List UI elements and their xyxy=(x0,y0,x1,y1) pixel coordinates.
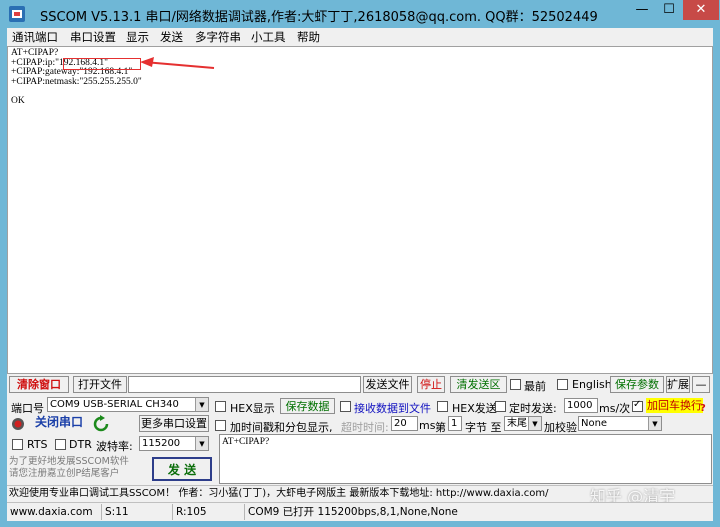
checksum-select[interactable]: None ▼ xyxy=(578,416,662,431)
clear-send-button[interactable]: 清发送区 xyxy=(450,376,507,393)
interval-unit-label: ms/次 xyxy=(599,402,631,415)
ip-highlight-box xyxy=(63,58,141,70)
send-button[interactable]: 发 送 xyxy=(152,457,212,481)
menu-display[interactable]: 显示 xyxy=(126,29,149,45)
checksum-label: 加校验 xyxy=(544,421,577,434)
menu-serial-settings[interactable]: 串口设置 xyxy=(70,29,116,45)
send-file-button[interactable]: 发送文件 xyxy=(363,376,412,393)
hex-send-checkbox[interactable] xyxy=(437,401,448,412)
close-port-button[interactable]: 关闭串口 xyxy=(29,415,89,434)
crlf-help-icon[interactable]: ? xyxy=(700,403,706,414)
timestamp-checkbox[interactable] xyxy=(215,420,226,431)
byte-end-value: 末尾 xyxy=(507,418,527,429)
recv-to-file-label[interactable]: 接收数据到文件 xyxy=(354,400,431,416)
title-bar[interactable]: SSCOM V5.13.1 串口/网络数据调试器,作者:大虾丁丁,2618058… xyxy=(0,0,720,28)
output-line: +CIPAP:netmask:"255.255.255.0" xyxy=(11,76,142,87)
hex-send-label: HEX发送 xyxy=(452,402,497,415)
menu-bar: 通讯端口 串口设置 显示 发送 多字符串 小工具 帮助 xyxy=(7,28,713,46)
receive-output-area[interactable]: AT+CIPAP? +CIPAP:ip:"192.168.4.1" +CIPAP… xyxy=(7,46,713,374)
timestamp-label: 加时间戳和分包显示, xyxy=(230,421,333,434)
output-line: OK xyxy=(11,95,25,106)
menu-comm-port[interactable]: 通讯端口 xyxy=(12,29,58,45)
timed-interval-input[interactable]: 1000 xyxy=(564,398,598,413)
close-button[interactable]: ✕ xyxy=(683,0,719,20)
more-serial-settings-button[interactable]: 更多串口设置 xyxy=(139,415,209,432)
port-label: 端口号 xyxy=(11,402,44,415)
english-checkbox[interactable] xyxy=(557,379,568,390)
byte-end-select[interactable]: 末尾 ▼ xyxy=(504,416,542,431)
byte-unit-label: 字节 至 xyxy=(465,421,502,434)
send-text-input[interactable]: AT+CIPAP? xyxy=(219,434,712,484)
dtr-checkbox[interactable] xyxy=(55,439,66,450)
baud-rate-value: 115200 xyxy=(142,438,181,449)
hex-display-label: HEX显示 xyxy=(230,402,275,415)
menu-tools[interactable]: 小工具 xyxy=(251,29,286,45)
port-select-value: COM9 USB-SERIAL CH340 xyxy=(50,399,179,410)
add-crlf-label: 加回车换行 xyxy=(646,398,703,413)
chevron-down-icon: ▼ xyxy=(528,417,541,430)
save-data-button[interactable]: 保存数据 xyxy=(280,398,335,414)
timed-send-label: 定时发送: xyxy=(509,402,557,415)
byte-prefix-label: 第 xyxy=(435,421,446,434)
rts-checkbox[interactable] xyxy=(12,439,23,450)
rts-label: RTS xyxy=(27,438,48,451)
timeout-unit-label: ms xyxy=(419,419,436,432)
status-website[interactable]: www.daxia.com xyxy=(7,504,93,520)
status-sent-count: S:11 xyxy=(101,504,129,520)
timeout-input[interactable]: 20 xyxy=(391,416,418,431)
status-port-state: COM9 已打开 115200bps,8,1,None,None xyxy=(244,504,458,520)
menu-multi-string[interactable]: 多字符串 xyxy=(195,29,241,45)
byte-start-input[interactable]: 1 xyxy=(448,416,462,431)
clear-window-button[interactable]: 清除窗口 xyxy=(9,376,69,393)
promo-text: 为了更好地发展SSCOM软件 请您注册嘉立创P结尾客户 xyxy=(9,456,129,479)
red-arrow-annotation xyxy=(140,57,215,69)
status-received-count: R:105 xyxy=(172,504,207,520)
baud-rate-label: 波特率: xyxy=(96,440,133,453)
collapse-button[interactable]: — xyxy=(692,376,710,393)
stop-button[interactable]: 停止 xyxy=(417,376,445,393)
app-icon xyxy=(9,6,25,22)
file-path-input[interactable] xyxy=(128,376,361,393)
menu-help[interactable]: 帮助 xyxy=(297,29,320,45)
minimize-button[interactable]: — xyxy=(629,0,655,20)
baud-rate-select[interactable]: 115200 ▼ xyxy=(139,436,209,451)
save-params-button[interactable]: 保存参数 xyxy=(610,376,664,393)
chevron-down-icon: ▼ xyxy=(195,437,208,450)
maximize-button[interactable]: ☐ xyxy=(656,0,682,20)
menu-send[interactable]: 发送 xyxy=(160,29,183,45)
english-label: English xyxy=(572,378,612,391)
chevron-down-icon: ▼ xyxy=(648,417,661,430)
timeout-label: 超时时间: xyxy=(341,421,389,434)
open-file-button[interactable]: 打开文件 xyxy=(73,376,127,393)
recv-to-file-checkbox[interactable] xyxy=(340,401,351,412)
dtr-label: DTR xyxy=(69,438,92,451)
refresh-icon[interactable] xyxy=(93,415,109,433)
topmost-checkbox[interactable] xyxy=(510,379,521,390)
status-bar: www.daxia.com S:11 R:105 COM9 已打开 115200… xyxy=(7,502,713,521)
hex-display-checkbox[interactable] xyxy=(215,401,226,412)
timed-send-checkbox[interactable] xyxy=(495,401,506,412)
port-select[interactable]: COM9 USB-SERIAL CH340 ▼ xyxy=(47,397,209,412)
topmost-label: 最前 xyxy=(524,380,546,393)
port-status-icon xyxy=(12,418,24,430)
chevron-down-icon: ▼ xyxy=(195,398,208,411)
add-crlf-checkbox[interactable] xyxy=(632,399,643,412)
window-title: SSCOM V5.13.1 串口/网络数据调试器,作者:大虾丁丁,2618058… xyxy=(40,10,598,25)
sscom-window: SSCOM V5.13.1 串口/网络数据调试器,作者:大虾丁丁,2618058… xyxy=(0,0,720,527)
expand-button[interactable]: 扩展 xyxy=(666,376,690,393)
checksum-value: None xyxy=(581,418,608,429)
